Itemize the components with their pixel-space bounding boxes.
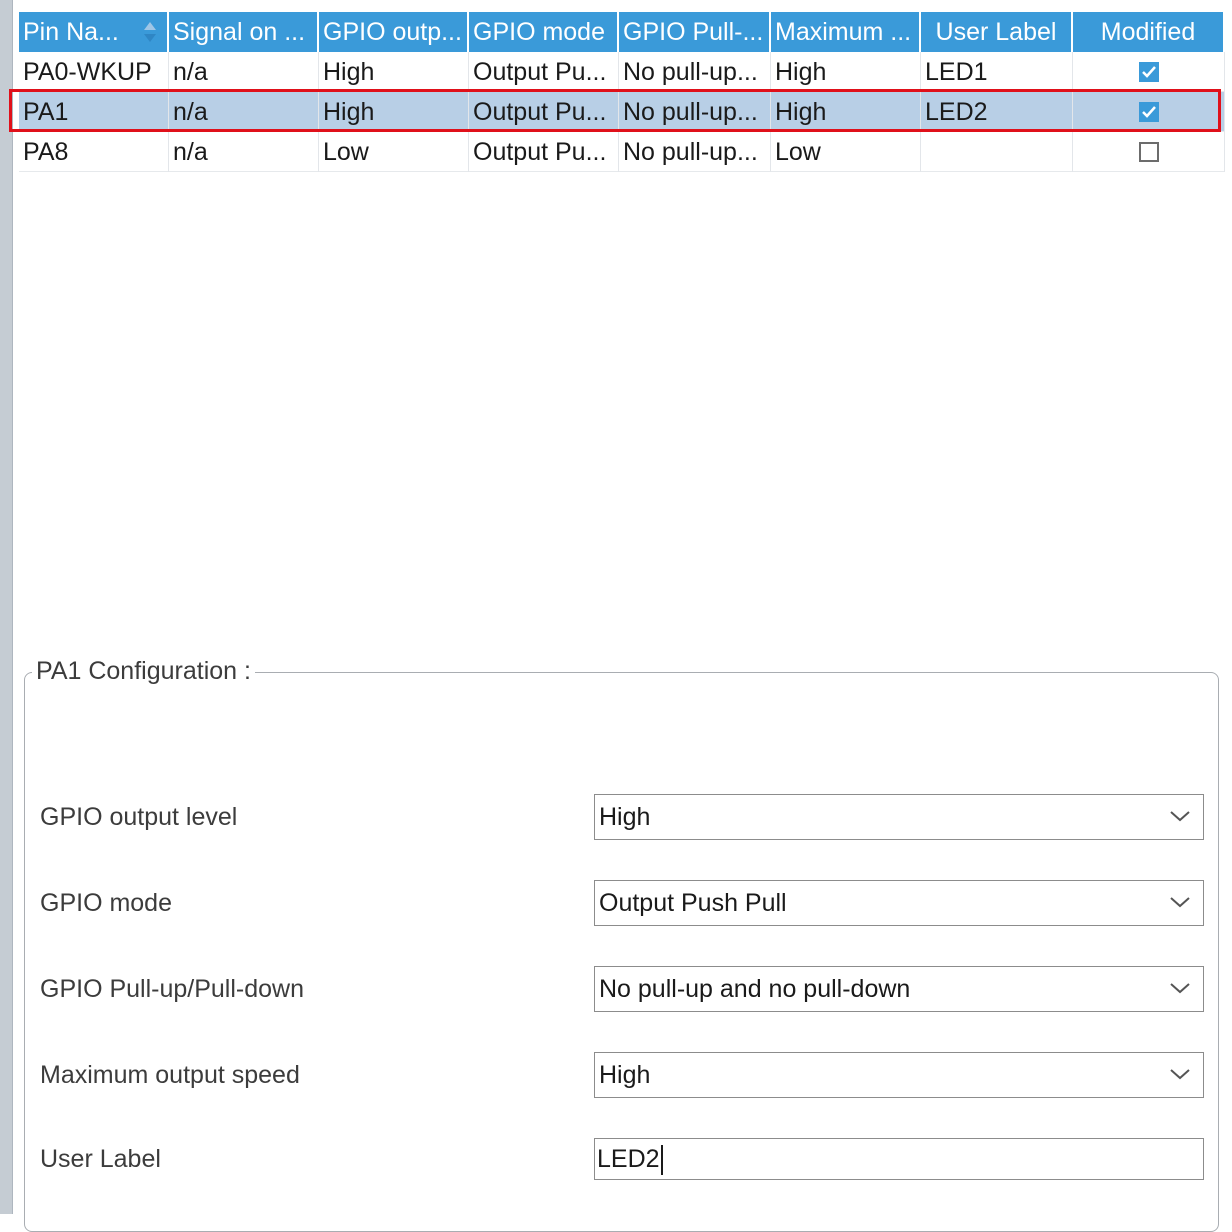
cell-speed: High bbox=[771, 92, 921, 132]
checkmark-icon bbox=[1141, 106, 1156, 118]
cell-pull: No pull-up... bbox=[619, 52, 771, 92]
cell-pin: PA1 bbox=[19, 92, 169, 132]
cell-modified bbox=[1073, 132, 1225, 172]
column-header-gpio-output[interactable]: GPIO outp... bbox=[319, 12, 469, 52]
gpio-pin-table: Pin Na... Signal on ... GPIO outp... GPI… bbox=[19, 12, 1225, 172]
modified-checkbox[interactable] bbox=[1138, 62, 1159, 82]
cell-mode: Output Pu... bbox=[469, 92, 619, 132]
modified-checkbox[interactable] bbox=[1138, 142, 1159, 162]
cell-user-label: LED2 bbox=[921, 92, 1073, 132]
chevron-down-icon bbox=[1170, 897, 1190, 908]
column-header-gpio-pull[interactable]: GPIO Pull-... bbox=[619, 12, 771, 52]
cell-pull: No pull-up... bbox=[619, 132, 771, 172]
select-value: No pull-up and no pull-down bbox=[599, 975, 911, 1003]
chevron-down-icon bbox=[1170, 811, 1190, 822]
gpio-pull-select[interactable]: No pull-up and no pull-down bbox=[594, 966, 1204, 1012]
column-header-signal[interactable]: Signal on ... bbox=[169, 12, 319, 52]
sort-arrows-icon bbox=[144, 22, 156, 42]
cell-pin: PA0-WKUP bbox=[19, 52, 169, 92]
cell-output: Low bbox=[319, 132, 469, 172]
cell-user-label: LED1 bbox=[921, 52, 1073, 92]
table-row-pa8[interactable]: PA8 n/a Low Output Pu... No pull-up... L… bbox=[19, 132, 1225, 172]
cell-signal: n/a bbox=[169, 92, 319, 132]
max-output-speed-label: Maximum output speed bbox=[40, 1061, 300, 1089]
cell-speed: Low bbox=[771, 132, 921, 172]
max-output-speed-select[interactable]: High bbox=[594, 1052, 1204, 1098]
cell-signal: n/a bbox=[169, 52, 319, 92]
cell-user-label bbox=[921, 132, 1073, 172]
chevron-down-icon bbox=[1170, 983, 1190, 994]
gpio-mode-select[interactable]: Output Push Pull bbox=[594, 880, 1204, 926]
select-value: Output Push Pull bbox=[599, 889, 787, 917]
column-header-gpio-mode[interactable]: GPIO mode bbox=[469, 12, 619, 52]
cell-pull: No pull-up... bbox=[619, 92, 771, 132]
column-header-pin-name[interactable]: Pin Na... bbox=[19, 12, 169, 52]
cell-pin: PA8 bbox=[19, 132, 169, 172]
table-row-pa0-wkup[interactable]: PA0-WKUP n/a High Output Pu... No pull-u… bbox=[19, 52, 1225, 92]
gpio-output-level-label: GPIO output level bbox=[40, 803, 238, 831]
modified-checkbox[interactable] bbox=[1138, 102, 1159, 122]
table-row-pa1[interactable]: PA1 n/a High Output Pu... No pull-up... … bbox=[19, 92, 1225, 132]
column-header-user-label[interactable]: User Label bbox=[921, 12, 1073, 52]
gpio-output-level-select[interactable]: High bbox=[594, 794, 1204, 840]
table-header: Pin Na... Signal on ... GPIO outp... GPI… bbox=[19, 12, 1225, 52]
cell-output: High bbox=[319, 52, 469, 92]
configuration-title: PA1 Configuration : bbox=[32, 655, 255, 687]
user-label-label: User Label bbox=[40, 1145, 161, 1173]
column-header-modified[interactable]: Modified bbox=[1073, 12, 1225, 52]
cell-signal: n/a bbox=[169, 132, 319, 172]
left-panel-edge bbox=[0, 0, 13, 1214]
user-label-input[interactable]: LED2 bbox=[594, 1138, 1204, 1180]
cell-output: High bbox=[319, 92, 469, 132]
cell-speed: High bbox=[771, 52, 921, 92]
cell-modified bbox=[1073, 92, 1225, 132]
cell-modified bbox=[1073, 52, 1225, 92]
cell-mode: Output Pu... bbox=[469, 132, 619, 172]
select-value: High bbox=[599, 803, 651, 831]
chevron-down-icon bbox=[1170, 1069, 1190, 1080]
input-value: LED2 bbox=[597, 1145, 660, 1173]
select-value: High bbox=[599, 1061, 651, 1089]
text-caret bbox=[660, 1145, 663, 1176]
checkmark-icon bbox=[1141, 66, 1156, 78]
gpio-mode-label: GPIO mode bbox=[40, 889, 172, 917]
column-header-max-speed[interactable]: Maximum ... bbox=[771, 12, 921, 52]
gpio-pull-label: GPIO Pull-up/Pull-down bbox=[40, 975, 305, 1003]
cell-mode: Output Pu... bbox=[469, 52, 619, 92]
